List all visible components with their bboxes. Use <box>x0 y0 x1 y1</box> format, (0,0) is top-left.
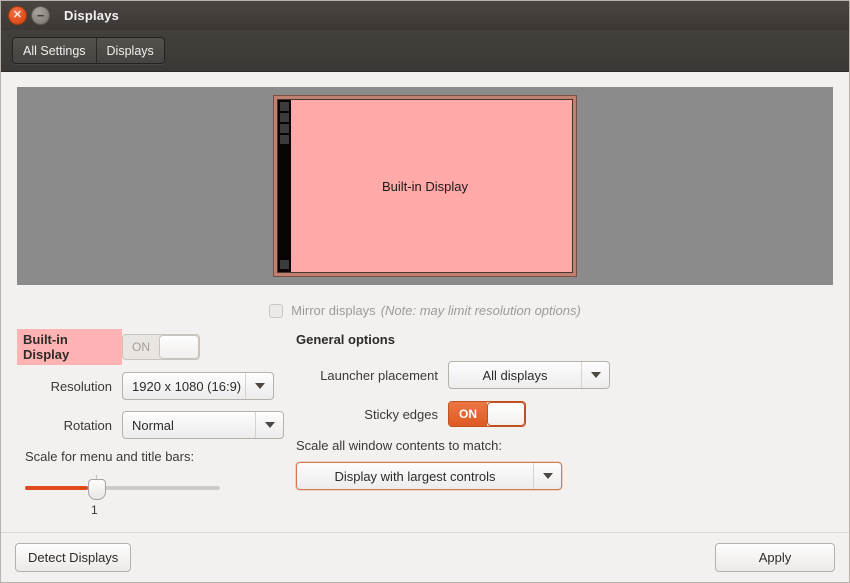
resolution-row: Resolution 1920 x 1080 (16:9) <box>17 371 275 401</box>
sticky-edges-toggle-label: ON <box>449 402 487 426</box>
scale-all-window-contents-caption: Scale all window contents to match: <box>296 438 502 453</box>
displays-settings-window: ✕ − Displays All Settings Displays Built… <box>0 0 850 583</box>
launcher-icon <box>280 135 289 144</box>
chevron-down-icon <box>581 362 609 388</box>
launcher-placement-value: All displays <box>482 367 548 383</box>
resolution-dropdown[interactable]: 1920 x 1080 (16:9) <box>122 372 274 400</box>
detect-displays-button[interactable]: Detect Displays <box>15 543 132 572</box>
main-content: Built-in Display Mirror displays (Note: … <box>1 72 849 532</box>
toolbar-button-group: All Settings Displays <box>12 37 165 64</box>
window-titlebar: ✕ − Displays <box>1 1 849 30</box>
rotation-label: Rotation <box>63 417 112 433</box>
launcher-icon <box>280 113 289 122</box>
scale-menu-titlebars-caption: Scale for menu and title bars: <box>25 449 195 464</box>
scale-all-window-contents-value: Display with largest controls <box>334 468 496 484</box>
display-power-toggle-handle <box>159 335 199 359</box>
apply-button[interactable]: Apply <box>715 543 835 572</box>
scale-all-window-contents-block: Scale all window contents to match: Disp… <box>296 438 833 490</box>
close-icon[interactable]: ✕ <box>8 6 27 25</box>
displays-button[interactable]: Displays <box>96 38 164 63</box>
resolution-label: Resolution <box>50 378 112 394</box>
display-power-toggle-label: ON <box>132 340 150 354</box>
sticky-edges-row: Sticky edges ON <box>296 399 833 429</box>
display-power-toggle[interactable]: ON <box>122 334 200 360</box>
display-name-row: Built-in Display ON <box>17 329 275 365</box>
selected-display-name: Built-in Display <box>17 329 122 365</box>
sticky-edges-toggle-handle <box>487 402 525 426</box>
sticky-edges-toggle[interactable]: ON <box>448 401 526 427</box>
all-settings-button[interactable]: All Settings <box>13 38 97 63</box>
toolbar: All Settings Displays <box>1 30 849 72</box>
launcher-bar-preview <box>278 100 291 272</box>
resolution-value: 1920 x 1080 (16:9) <box>132 378 242 394</box>
launcher-placement-label: Launcher placement <box>320 367 438 383</box>
mirror-displays-note: (Note: may limit resolution options) <box>380 303 581 318</box>
launcher-placement-dropdown[interactable]: All displays <box>448 361 610 389</box>
action-bar: Detect Displays Apply <box>1 532 849 582</box>
rotation-dropdown[interactable]: Normal <box>122 411 284 439</box>
mirror-displays-label: Mirror displays <box>291 303 376 318</box>
launcher-icon-trash <box>280 260 289 269</box>
rotation-value: Normal <box>132 417 174 433</box>
general-options-column: General options Launcher placement All d… <box>275 332 833 517</box>
launcher-icon <box>280 102 289 111</box>
monitor-screen: Built-in Display <box>277 99 573 273</box>
settings-columns: Built-in Display ON Resolution 1920 x 10… <box>17 329 833 517</box>
general-options-header: General options <box>296 332 395 347</box>
scale-slider[interactable] <box>25 475 220 501</box>
mirror-displays-row: Mirror displays (Note: may limit resolut… <box>17 303 833 318</box>
display-arrangement-preview: Built-in Display <box>17 87 833 285</box>
display-settings-column: Built-in Display ON Resolution 1920 x 10… <box>17 329 284 517</box>
chevron-down-icon <box>533 463 561 489</box>
minimize-icon[interactable]: − <box>31 6 50 25</box>
scale-slider-value: 1 <box>91 503 98 517</box>
display-name-wrapper: Built-in Display <box>17 329 122 365</box>
scale-menu-titlebars-block: Scale for menu and title bars: 1 <box>17 449 275 517</box>
launcher-placement-row: Launcher placement All displays <box>296 360 833 390</box>
scale-slider-handle[interactable] <box>88 479 106 500</box>
monitor-label: Built-in Display <box>382 178 468 194</box>
sticky-edges-label: Sticky edges <box>364 406 438 422</box>
monitor-built-in-display[interactable]: Built-in Display <box>273 95 577 277</box>
mirror-displays-checkbox[interactable] <box>269 303 284 318</box>
chevron-down-icon <box>245 373 273 399</box>
scale-slider-fill <box>25 486 88 490</box>
launcher-icon <box>280 124 289 133</box>
scale-all-window-contents-dropdown[interactable]: Display with largest controls <box>296 462 562 490</box>
rotation-row: Rotation Normal <box>17 410 284 440</box>
window-title: Displays <box>64 8 120 23</box>
